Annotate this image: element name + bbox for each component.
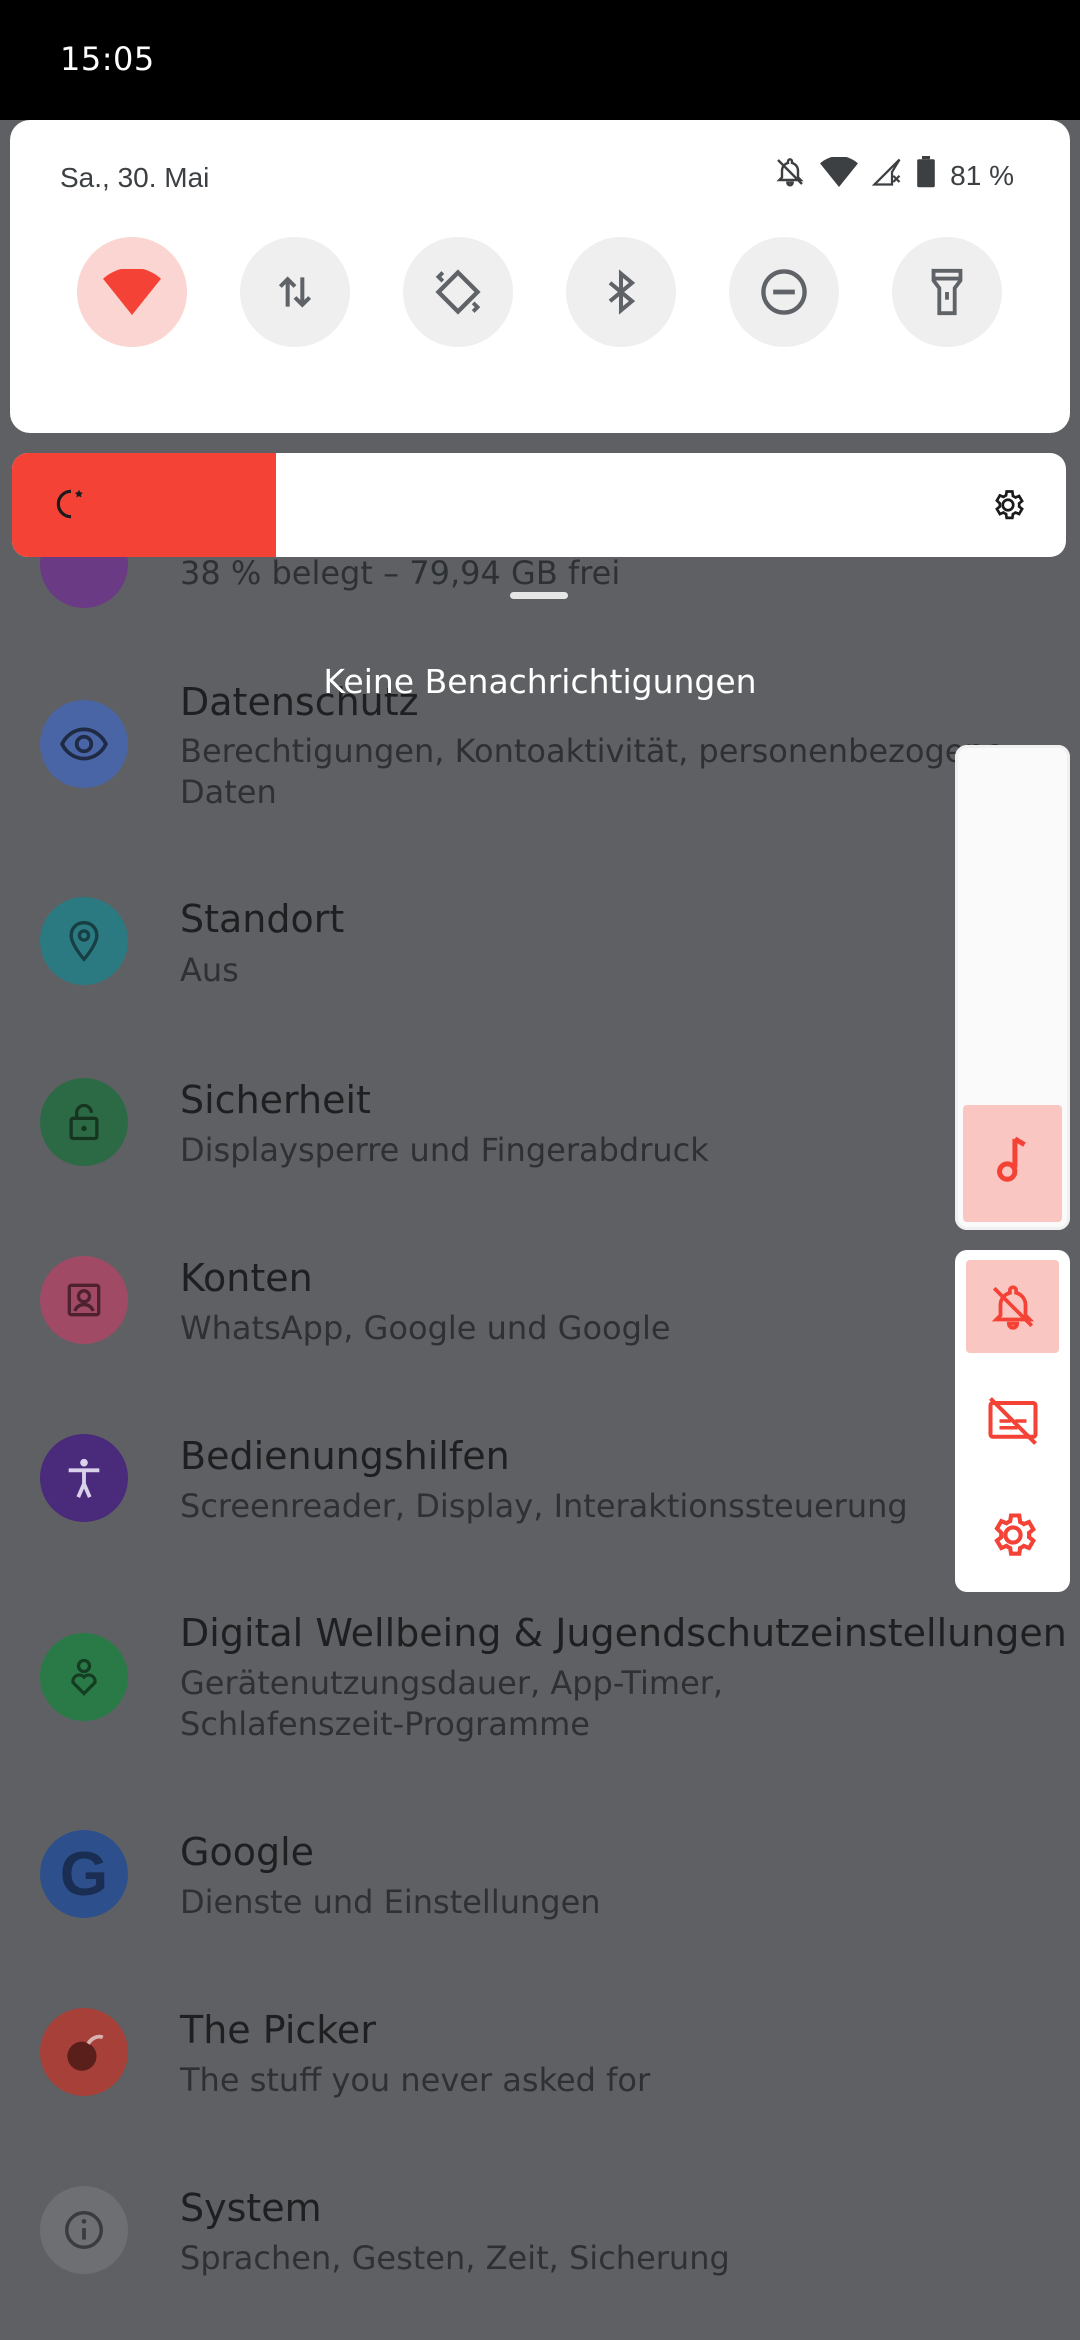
settings-item-digital-wellbeing[interactable]: Digital Wellbeing & Jugendschutzeinstell… <box>0 1611 1080 1761</box>
qs-tile-mobile-data[interactable] <box>240 237 350 347</box>
cell-signal-icon <box>871 157 902 194</box>
settings-item-konten[interactable]: Konten WhatsApp, Google und Google <box>0 1256 1080 1406</box>
picker-icon <box>40 2008 128 2096</box>
qs-tile-wifi[interactable] <box>77 237 187 347</box>
settings-item-subtitle: WhatsApp, Google und Google <box>180 1309 671 1347</box>
unlock-icon <box>40 1078 128 1166</box>
settings-item-title: Bedienungshilfen <box>180 1434 510 1478</box>
settings-gear-icon[interactable] <box>990 487 1026 528</box>
brightness-slider[interactable] <box>12 453 1066 557</box>
settings-item-title: Google <box>180 1830 315 1874</box>
qs-tile-bluetooth[interactable] <box>566 237 676 347</box>
bell-off-icon <box>991 1284 1034 1330</box>
qs-status-icons: 81 % <box>774 156 1014 195</box>
settings-item-title: Digital Wellbeing & Jugendschutzeinstell… <box>180 1611 1067 1655</box>
qs-tile-auto-rotate[interactable] <box>403 237 513 347</box>
panel-drag-handle[interactable] <box>510 592 568 599</box>
info-icon <box>40 2186 128 2274</box>
ringer-mute-button[interactable] <box>966 1260 1059 1353</box>
data-transfer-icon <box>278 276 312 308</box>
do-not-disturb-icon <box>761 269 807 315</box>
qs-tile-do-not-disturb[interactable] <box>729 237 839 347</box>
settings-item-title: The Picker <box>180 2008 376 2052</box>
live-caption-button[interactable] <box>966 1374 1059 1467</box>
night-light-icon[interactable] <box>52 485 90 528</box>
settings-item-bedienungshilfen[interactable]: Bedienungshilfen Screenreader, Display, … <box>0 1434 1080 1584</box>
sound-settings-button[interactable] <box>966 1488 1059 1581</box>
settings-item-subtitle: Displaysperre und Fingerabdruck <box>180 1131 709 1169</box>
accessibility-icon <box>40 1434 128 1522</box>
battery-percent: 81 % <box>950 159 1014 191</box>
qs-date[interactable]: Sa., 30. Mai <box>60 162 209 194</box>
settings-item-google[interactable]: G Google Dienste und Einstellungen <box>0 1830 1080 1980</box>
flashlight-icon <box>931 268 963 316</box>
settings-item-subtitle: Gerätenutzungsdauer, App-Timer, Schlafen… <box>180 1664 724 1743</box>
settings-item-subtitle: Screenreader, Display, Interaktionssteue… <box>180 1487 908 1525</box>
settings-item-title: Sicherheit <box>180 1078 371 1122</box>
battery-icon <box>916 156 936 195</box>
caption-off-icon <box>987 1396 1038 1445</box>
location-pin-icon <box>40 897 128 985</box>
bluetooth-icon <box>608 269 636 315</box>
google-icon: G <box>40 1830 128 1918</box>
settings-item-system[interactable]: System Sprachen, Gesten, Zeit, Sicherung <box>0 2186 1080 2336</box>
privacy-eye-icon <box>40 700 128 788</box>
settings-item-subtitle: Dienste und Einstellungen <box>180 1883 601 1921</box>
wellbeing-icon <box>40 1633 128 1721</box>
settings-item-title: Konten <box>180 1256 313 1300</box>
wifi-icon <box>103 269 161 315</box>
settings-item-standort[interactable]: Standort Aus <box>0 895 1080 1045</box>
bell-off-icon <box>774 156 806 195</box>
settings-item-subtitle: Aus <box>180 951 239 989</box>
volume-actions-panel <box>955 1250 1070 1592</box>
qs-tile-flashlight[interactable] <box>892 237 1002 347</box>
quick-settings-panel: Sa., 30. Mai 81 % <box>10 120 1070 433</box>
status-time: 15:05 <box>60 40 155 78</box>
settings-item-title: System <box>180 2186 322 2230</box>
settings-gear-icon <box>993 1512 1036 1556</box>
settings-item-subtitle: Berechtigungen, Kontoaktivität, personen… <box>180 732 1005 811</box>
settings-item-subtitle: Sprachen, Gesten, Zeit, Sicherung <box>180 2239 730 2277</box>
account-box-icon <box>40 1256 128 1344</box>
volume-slider[interactable] <box>955 745 1070 1230</box>
music-note-icon <box>993 1135 1033 1190</box>
settings-item-the-picker[interactable]: The Picker The stuff you never asked for <box>0 2008 1080 2158</box>
settings-item-sicherheit[interactable]: Sicherheit Displaysperre und Fingerabdru… <box>0 1078 1080 1228</box>
qs-tiles <box>77 237 1017 347</box>
wifi-signal-icon <box>820 156 859 194</box>
auto-rotate-icon <box>435 269 481 315</box>
no-notifications-text: Keine Benachrichtigungen <box>323 662 757 701</box>
status-bar: 15:05 <box>0 0 1080 120</box>
settings-item-title: Standort <box>180 897 345 941</box>
settings-item-subtitle: The stuff you never asked for <box>180 2061 651 2099</box>
storage-subtitle: 38 % belegt – 79,94 GB frei <box>180 554 621 592</box>
